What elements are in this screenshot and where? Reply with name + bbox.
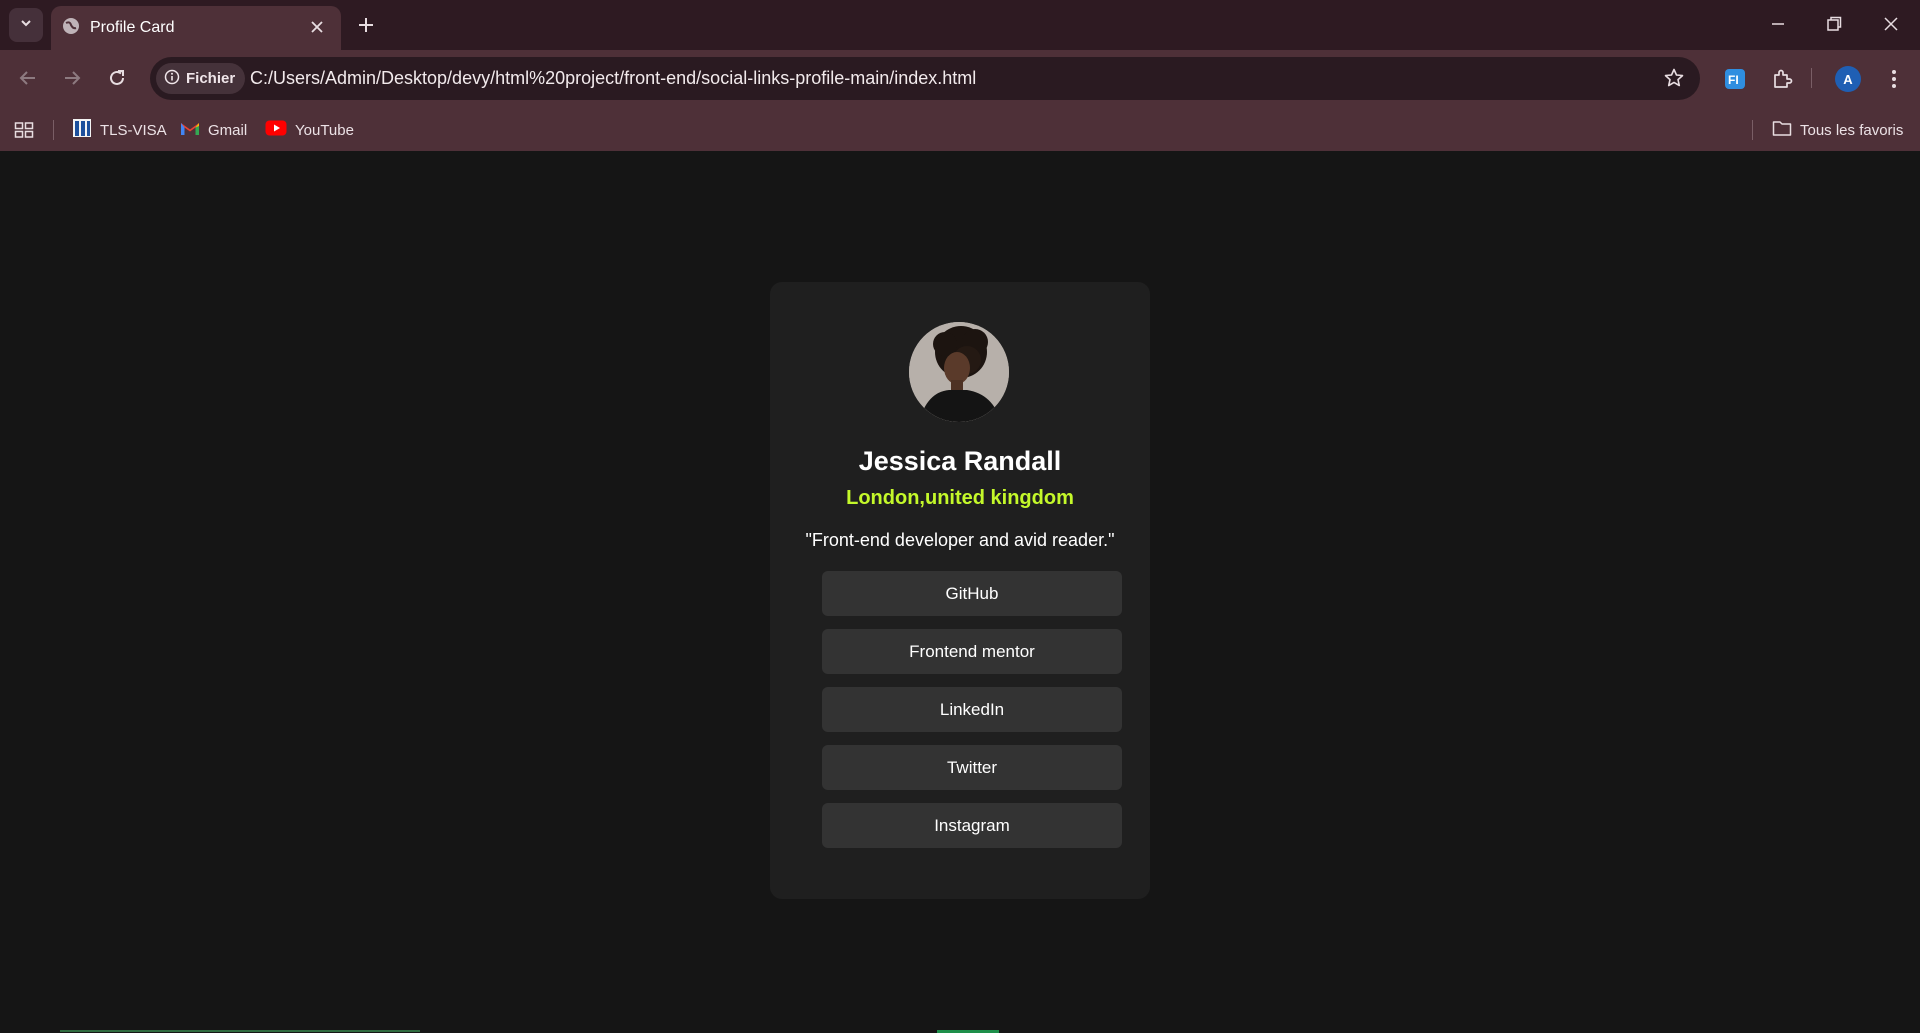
window-close-icon[interactable]: [1881, 14, 1901, 39]
all-bookmarks-button[interactable]: Tous les favoris: [1772, 119, 1903, 141]
toolbar-separator: [1811, 68, 1812, 88]
profile-bio: "Front-end developer and avid reader.": [805, 530, 1115, 550]
bookmark-star-icon[interactable]: [1663, 67, 1685, 94]
extensions-icon[interactable]: [1770, 67, 1794, 96]
minimize-icon[interactable]: [1768, 14, 1788, 39]
browser-toolbar: Fichier C:/Users/Admin/Desktop/devy/html…: [0, 50, 1920, 109]
bookmarks-separator: [1752, 120, 1753, 140]
profile-card: Jessica Randall London,united kingdom "F…: [770, 282, 1150, 899]
url-text[interactable]: C:/Users/Admin/Desktop/devy/html%20proje…: [250, 68, 976, 89]
translate-extension-icon[interactable]: FI: [1723, 67, 1747, 96]
tab-search-button[interactable]: [9, 8, 43, 42]
profile-location: London,united kingdom: [846, 487, 1074, 509]
globe-icon: [62, 17, 80, 40]
page-edge-line: [60, 1030, 420, 1032]
tab-profile-card[interactable]: Profile Card: [51, 6, 341, 50]
bookmark-youtube[interactable]: YouTube: [265, 119, 354, 141]
info-icon: [164, 69, 180, 89]
restore-icon[interactable]: [1824, 14, 1844, 39]
bookmark-label: YouTube: [295, 121, 354, 139]
bookmark-tls-visa[interactable]: TLS-VISA: [72, 119, 167, 141]
frontend-mentor-link-button[interactable]: Frontend mentor: [822, 629, 1122, 674]
instagram-link-button[interactable]: Instagram: [822, 803, 1122, 848]
youtube-icon: [265, 120, 287, 140]
profile-name: Jessica Randall: [858, 446, 1062, 476]
gmail-icon: [180, 120, 200, 140]
bookmarks-bar: TLS-VISA Gmail YouTube Tous les favoris: [0, 109, 1920, 151]
linkedin-link-button[interactable]: LinkedIn: [822, 687, 1122, 732]
svg-text:FI: FI: [1728, 73, 1739, 87]
chevron-down-icon: [19, 16, 33, 35]
bookmark-label: Gmail: [208, 121, 248, 139]
address-bar[interactable]: Fichier C:/Users/Admin/Desktop/devy/html…: [150, 57, 1700, 100]
profile-photo: [909, 322, 1009, 422]
bookmark-gmail[interactable]: Gmail: [180, 119, 247, 141]
tab-title: Profile Card: [90, 19, 175, 36]
tls-visa-favicon-icon: [72, 118, 92, 142]
tab-strip: Profile Card: [0, 0, 1920, 50]
close-tab-icon[interactable]: [308, 18, 326, 36]
all-bookmarks-label: Tous les favoris: [1800, 121, 1904, 139]
github-link-button[interactable]: GitHub: [822, 571, 1122, 616]
site-info-chip[interactable]: Fichier: [156, 63, 246, 94]
more-menu-icon[interactable]: [1882, 67, 1906, 96]
reload-icon[interactable]: [106, 67, 128, 94]
bookmark-label: TLS-VISA: [100, 121, 167, 139]
site-info-label: Fichier: [186, 70, 236, 87]
bookmarks-separator: [53, 120, 54, 140]
folder-icon: [1772, 119, 1792, 141]
social-links: GitHub Frontend mentor LinkedIn Twitter …: [822, 571, 1122, 861]
forward-icon[interactable]: [61, 67, 83, 94]
apps-grid-icon[interactable]: [14, 119, 34, 141]
profile-avatar-button[interactable]: A: [1835, 66, 1861, 92]
back-icon[interactable]: [17, 67, 39, 94]
new-tab-icon[interactable]: [356, 15, 376, 40]
twitter-link-button[interactable]: Twitter: [822, 745, 1122, 790]
